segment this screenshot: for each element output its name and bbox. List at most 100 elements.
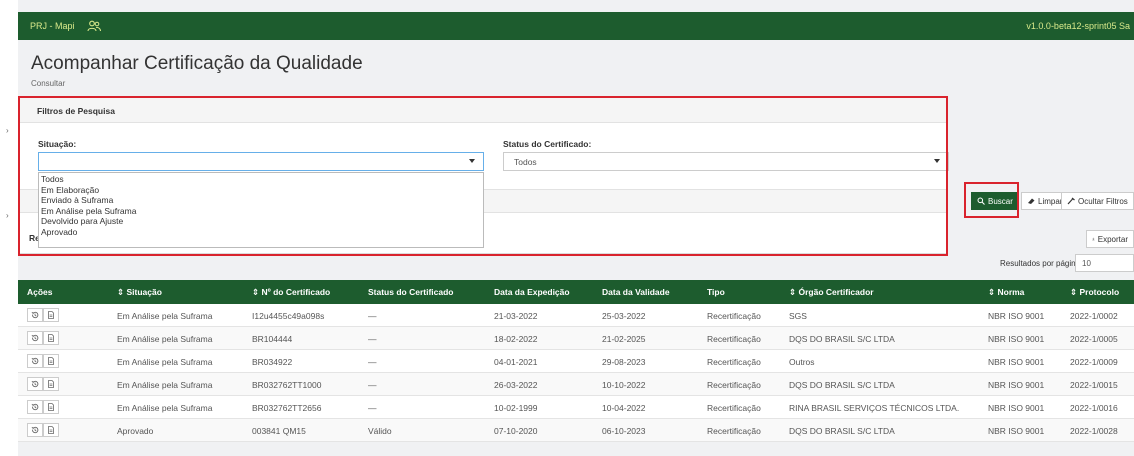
cell-validade: 29-08-2023 <box>602 357 646 367</box>
history-button[interactable] <box>27 377 43 391</box>
hide-filters-button[interactable]: Ocultar Filtros <box>1061 192 1134 210</box>
cell-numero: BR104444 <box>252 334 293 344</box>
cell-orgao: DQS DO BRASIL S/C LTDA <box>789 426 895 436</box>
cell-tipo: Recertificação <box>707 311 761 321</box>
export-button-label: Exportar <box>1097 234 1128 244</box>
page-size-label: Resultados por página: <box>1000 259 1083 268</box>
history-button[interactable] <box>27 400 43 414</box>
document-icon <box>48 426 54 434</box>
history-icon <box>31 403 39 411</box>
dropdown-option[interactable]: Devolvido para Ajuste <box>39 216 483 227</box>
cell-situacao: Aprovado <box>117 426 154 436</box>
column-header-tipo: Tipo <box>707 287 725 297</box>
document-button[interactable] <box>43 423 59 437</box>
app-version: v1.0.0-beta12-sprint05 Sa <box>1026 21 1130 31</box>
page-size-input[interactable]: 10 <box>1075 254 1134 272</box>
situacao-dropdown-list: Todos Em Elaboração Enviado à Suframa Em… <box>38 172 484 248</box>
cell-numero: BR034922 <box>252 357 293 367</box>
cell-situacao: Em Análise pela Suframa <box>117 334 213 344</box>
cell-situacao: Em Análise pela Suframa <box>117 380 213 390</box>
cell-tipo: Recertificação <box>707 403 761 413</box>
cell-expedicao: 07-10-2020 <box>494 426 538 436</box>
document-button[interactable] <box>43 400 59 414</box>
app-brand[interactable]: PRJ - Mapi <box>30 21 75 31</box>
cell-expedicao: 26-03-2022 <box>494 380 538 390</box>
table-row: Em Análise pela Suframa BR104444 — 18-02-20… <box>18 327 1134 350</box>
hide-filters-button-label: Ocultar Filtros <box>1078 196 1128 206</box>
cell-norma: NBR ISO 9001 <box>988 311 1045 321</box>
table-header: Ações ⇕ Situação ⇕ Nº do Certificado Sta… <box>18 280 1134 304</box>
users-icon[interactable] <box>86 20 101 32</box>
cell-numero: I12u4455c49a098s <box>252 311 325 321</box>
filter-off-icon <box>1067 197 1075 205</box>
table-row: Em Análise pela Suframa BR032762TT2656 — 10… <box>18 396 1134 419</box>
cell-tipo: Recertificação <box>707 334 761 344</box>
status-select[interactable]: Todos <box>503 152 949 171</box>
column-header-orgao[interactable]: ⇕ Órgão Certificador <box>789 287 874 298</box>
dropdown-option[interactable]: Em Análise pela Suframa <box>39 206 483 217</box>
document-button[interactable] <box>43 354 59 368</box>
history-icon <box>31 380 39 388</box>
cell-norma: NBR ISO 9001 <box>988 403 1045 413</box>
dropdown-option[interactable]: Em Elaboração <box>39 185 483 196</box>
column-header-status: Status do Certificado <box>368 287 454 297</box>
cell-tipo: Recertificação <box>707 380 761 390</box>
dropdown-option[interactable]: Enviado à Suframa <box>39 195 483 206</box>
document-icon <box>48 357 54 365</box>
document-icon <box>48 380 54 388</box>
document-button[interactable] <box>43 308 59 322</box>
gutter-marker: › <box>6 211 9 220</box>
gutter-marker: › <box>6 126 9 135</box>
dropdown-option[interactable]: Todos <box>39 174 483 185</box>
filter-panel: Filtros de Pesquisa Situação: Status do … <box>18 96 949 254</box>
cell-norma: NBR ISO 9001 <box>988 380 1045 390</box>
cell-status: — <box>368 403 377 413</box>
cell-validade: 21-02-2025 <box>602 334 646 344</box>
left-gutter: › › <box>0 0 18 456</box>
table-row: Em Análise pela Suframa I12u4455c49a098s —… <box>18 304 1134 327</box>
cell-norma: NBR ISO 9001 <box>988 357 1045 367</box>
document-button[interactable] <box>43 377 59 391</box>
row-actions <box>27 423 59 437</box>
cell-tipo: Recertificação <box>707 426 761 436</box>
situacao-select[interactable] <box>38 152 484 171</box>
row-actions <box>27 354 59 368</box>
column-header-actions: Ações <box>27 287 53 297</box>
page-subtitle: Consultar <box>31 79 66 88</box>
search-button[interactable]: Buscar <box>971 192 1019 210</box>
cell-protocolo: 2022-1/0015 <box>1070 380 1118 390</box>
cell-situacao: Em Análise pela Suframa <box>117 311 213 321</box>
column-header-expedicao: Data da Expedição <box>494 287 570 297</box>
export-button[interactable]: Exportar <box>1086 230 1134 248</box>
row-actions <box>27 377 59 391</box>
cell-orgao: DQS DO BRASIL S/C LTDA <box>789 334 895 344</box>
cell-expedicao: 18-02-2022 <box>494 334 538 344</box>
status-label: Status do Certificado: <box>503 139 592 149</box>
column-header-norma[interactable]: ⇕ Norma <box>988 287 1024 298</box>
column-header-numero[interactable]: ⇕ Nº do Certificado <box>252 287 330 298</box>
document-button[interactable] <box>43 331 59 345</box>
table-row: Em Análise pela Suframa BR034922 — 04-01-20… <box>18 350 1134 373</box>
history-button[interactable] <box>27 308 43 322</box>
history-button[interactable] <box>27 354 43 368</box>
history-icon <box>31 357 39 365</box>
cell-numero: 003841 QM15 <box>252 426 306 436</box>
history-button[interactable] <box>27 423 43 437</box>
top-navbar: PRJ - Mapi v1.0.0-beta12-sprint05 Sa <box>18 12 1134 40</box>
history-icon <box>31 311 39 319</box>
cell-situacao: Em Análise pela Suframa <box>117 403 213 413</box>
cell-status: — <box>368 380 377 390</box>
cell-tipo: Recertificação <box>707 357 761 367</box>
cell-numero: BR032762TT2656 <box>252 403 322 413</box>
cell-protocolo: 2022-1/0016 <box>1070 403 1118 413</box>
column-header-protocolo[interactable]: ⇕ Protocolo <box>1070 287 1119 298</box>
cell-orgao: RINA BRASIL SERVIÇOS TÉCNICOS LTDA. <box>789 403 960 413</box>
column-header-situacao[interactable]: ⇕ Situação <box>117 287 162 298</box>
cell-validade: 10-04-2022 <box>602 403 646 413</box>
download-icon <box>1092 237 1095 241</box>
certificates-table: Ações ⇕ Situação ⇕ Nº do Certificado Sta… <box>18 280 1134 442</box>
dropdown-option[interactable]: Aprovado <box>39 227 483 238</box>
cell-status: — <box>368 334 377 344</box>
cell-validade: 25-03-2022 <box>602 311 646 321</box>
history-button[interactable] <box>27 331 43 345</box>
